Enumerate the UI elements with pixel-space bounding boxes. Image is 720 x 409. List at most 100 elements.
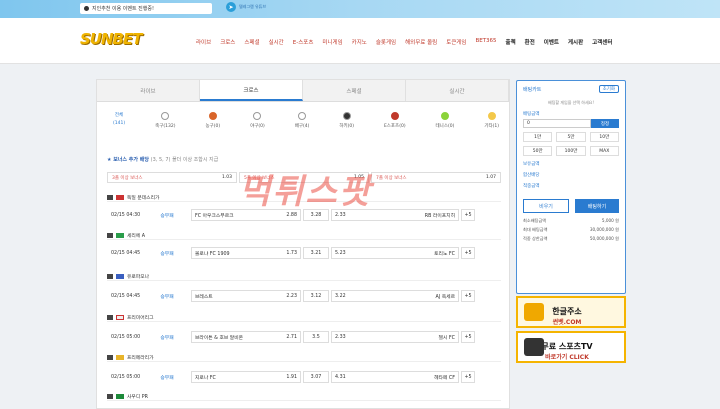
nav-item-attendance[interactable]: 출첵: [506, 38, 516, 46]
empty-message: 배팅할 게임을 선택 하세요!: [548, 100, 594, 105]
telegram-icon: ➤: [226, 2, 236, 12]
sport-etc[interactable]: 기타(1): [484, 112, 499, 148]
sport-soccer[interactable]: 축구(132): [155, 112, 175, 148]
chip-50k[interactable]: 5만: [556, 132, 586, 142]
match-row: 02/15 05:00 승무패 브라이튼 & 호브 알비온 2.71 3.5 2.…: [107, 331, 501, 343]
notice-banner[interactable]: 지인추천 이용 이벤트 진행중!: [80, 3, 212, 14]
bonus-7fold[interactable]: 7폴 이상 보너스 1.07: [371, 172, 501, 183]
match-row: 02/15 04:45 승무패 브레스트 2.23 3.12 3.22 AJ 옥세르…: [107, 290, 501, 302]
soccer-icon: [107, 314, 113, 320]
tab-realtime[interactable]: 실시간: [406, 80, 509, 101]
main-panel: 라이브 크로스 스페셜 실시간 전체 (141) 축구(132) 농구(0) 야구…: [96, 79, 510, 409]
chip-10k[interactable]: 1만: [523, 132, 553, 142]
more-markets-button[interactable]: +5: [461, 331, 475, 343]
nav-item-bet365[interactable]: BET365: [475, 38, 496, 46]
basketball-icon: [208, 112, 217, 120]
away-odds-button[interactable]: 5.23 토리노 FC: [331, 247, 459, 259]
watermark: 먹튀스팟: [239, 172, 373, 212]
telegram-link[interactable]: ➤ 텔레그램 유튜브: [226, 2, 266, 12]
bet-slip-header: 배팅카트 초기화: [517, 81, 625, 97]
limit-max: 최대 배팅금액 30,000,000 원: [523, 227, 619, 232]
nav-item-esports[interactable]: E-스포츠: [293, 38, 314, 46]
more-markets-button[interactable]: +5: [461, 247, 475, 259]
nav-item-support[interactable]: 고객센터: [592, 38, 612, 46]
ad-title: 한글주소: [552, 307, 582, 316]
amount-input[interactable]: 0: [523, 119, 591, 128]
match-time: 02/15 04:45: [111, 250, 141, 256]
sport-hockey-label: 하키(0): [339, 124, 354, 129]
sport-all-label: 전체: [114, 113, 124, 118]
chip-1m[interactable]: 100만: [556, 146, 586, 156]
sportstv-ad-banner[interactable]: 무료 스포츠TV 바로가기 CLICK: [516, 331, 626, 363]
chip-500k[interactable]: 50만: [523, 146, 553, 156]
header: SUNBET 라이브 크로스 스페셜 실시간 E-스포츠 미니게임 카지노 슬롯…: [0, 18, 720, 64]
soccer-icon: [161, 112, 170, 120]
place-bet-button[interactable]: 배팅하기: [575, 199, 619, 213]
tab-live[interactable]: 라이브: [97, 80, 200, 101]
match-time: 02/15 04:30: [111, 212, 141, 218]
league-header: 사우디 PR: [107, 392, 501, 401]
soccer-icon: [107, 393, 113, 399]
character-icon: [524, 303, 544, 321]
away-odds-button[interactable]: 4.31 헤타페 CF: [331, 371, 459, 383]
draw-odds-button[interactable]: 3.21: [303, 247, 329, 259]
nav-item-token[interactable]: 토큰게임: [446, 38, 466, 46]
etc-icon: [487, 112, 496, 120]
win-amount-label: 적중금액: [523, 184, 540, 189]
flag-icon: [116, 314, 124, 320]
sport-baseball[interactable]: 야구(0): [250, 112, 265, 148]
main-nav: 라이브 크로스 스페셜 실시간 E-스포츠 미니게임 카지노 슬롯게임 해외무료…: [196, 38, 612, 46]
tab-cross[interactable]: 크로스: [200, 80, 303, 101]
nav-item-casino[interactable]: 카지노: [352, 38, 367, 46]
nav-item-overseas[interactable]: 해외무료 올림: [405, 38, 437, 46]
away-odds-button[interactable]: 2.33 첼시 FC: [331, 331, 459, 343]
sport-all[interactable]: 전체 (141): [113, 112, 125, 148]
home-odds-button[interactable]: 볼로냐 FC 1909 1.73: [191, 247, 301, 259]
home-odds-button[interactable]: 브라이튼 & 호브 알비온 2.71: [191, 331, 301, 343]
nav-item-board[interactable]: 게시판: [568, 38, 583, 46]
sport-hockey[interactable]: 하키(0): [339, 112, 354, 148]
logo[interactable]: SUNBET: [80, 30, 142, 48]
draw-odds-button[interactable]: 3.5: [303, 331, 329, 343]
nav-item-special[interactable]: 스페셜: [244, 38, 259, 46]
ad-title: 무료 스포츠TV: [541, 342, 593, 351]
more-markets-button[interactable]: +5: [461, 371, 475, 383]
soccer-icon: [107, 273, 113, 279]
home-odds-button[interactable]: 브레스트 2.23: [191, 290, 301, 302]
sport-esports[interactable]: E스포츠(0): [384, 112, 406, 148]
draw-odds-button[interactable]: 3.12: [303, 290, 329, 302]
esports-icon: [390, 112, 399, 120]
more-markets-button[interactable]: +5: [461, 209, 475, 221]
domain-ad-banner[interactable]: 한글주소 썬벳.COM: [516, 296, 626, 328]
home-odds-button[interactable]: 지로나 FC 1.91: [191, 371, 301, 383]
league-header: 프리미어리그: [107, 313, 501, 322]
nav-item-slot[interactable]: 슬롯게임: [376, 38, 396, 46]
nav-item-minigame[interactable]: 미니게임: [322, 38, 342, 46]
bonus-3fold[interactable]: 3폴 이상 보너스 1.03: [107, 172, 237, 183]
sport-volleyball[interactable]: 배구(4): [295, 112, 309, 148]
limit-payout: 적중 상한금액 50,000,000 원: [523, 236, 619, 241]
tab-special[interactable]: 스페셜: [303, 80, 406, 101]
nav-item-event[interactable]: 이벤트: [544, 38, 559, 46]
away-odds-button[interactable]: 3.22 AJ 옥세르: [331, 290, 459, 302]
balance-label: 보유금액: [523, 162, 540, 167]
telegram-label: 텔레그램 유튜브: [239, 4, 267, 9]
bell-icon: [84, 6, 89, 11]
flag-icon: [116, 273, 124, 279]
nav-item-live[interactable]: 라이브: [196, 38, 211, 46]
sport-tennis[interactable]: 테니스(0): [436, 112, 454, 148]
soccer-icon: [107, 232, 113, 238]
draw-odds-button[interactable]: 3.07: [303, 371, 329, 383]
nav-item-realtime[interactable]: 실시간: [269, 38, 284, 46]
more-markets-button[interactable]: +5: [461, 290, 475, 302]
reset-button[interactable]: 초기화: [598, 85, 619, 93]
chip-100k[interactable]: 10만: [589, 132, 619, 142]
nav-item-exchange[interactable]: 환전: [525, 38, 535, 46]
confirm-amount-button[interactable]: 정정: [591, 119, 619, 128]
sport-basketball[interactable]: 농구(0): [205, 112, 220, 148]
clear-button[interactable]: 비우기: [523, 199, 569, 213]
nav-item-cross[interactable]: 크로스: [220, 38, 235, 46]
chip-max[interactable]: MAX: [589, 146, 619, 156]
hockey-icon: [342, 112, 351, 120]
match-row: 02/15 05:00 승무패 지로나 FC 1.91 3.07 4.31 헤타페 …: [107, 371, 501, 383]
